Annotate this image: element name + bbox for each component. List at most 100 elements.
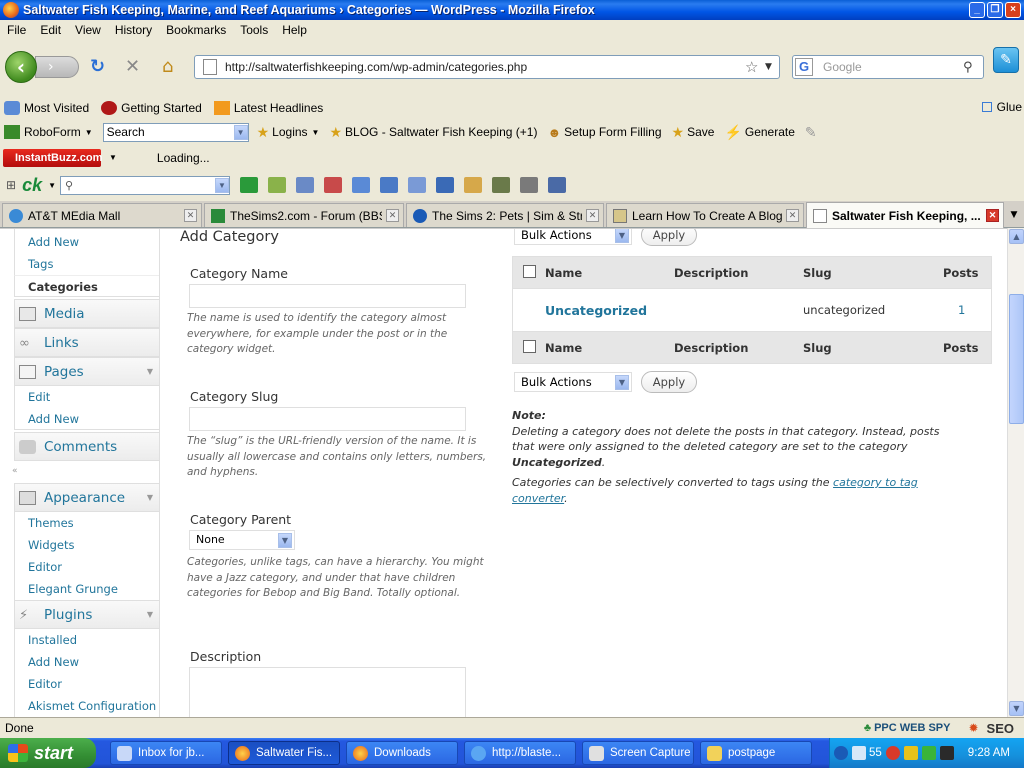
minimize-button[interactable]: _ — [969, 2, 985, 18]
tab-saltwater-active[interactable]: Saltwater Fish Keeping, ... ✕ — [806, 202, 1004, 228]
chevron-down-icon[interactable]: ▼ — [278, 533, 292, 548]
task-downloads[interactable]: Downloads — [346, 741, 458, 765]
setup-form-filling-button[interactable]: ☻ Setup Form Filling — [547, 125, 661, 140]
sidebar-item-plugins[interactable]: ⚡ Plugins ▼ — [14, 600, 160, 629]
sidebar-appearance-themes[interactable]: Themes — [14, 512, 160, 534]
sidebar-appearance-editor[interactable]: Editor — [14, 556, 160, 578]
bookmark-getting-started[interactable]: Getting Started — [97, 101, 202, 115]
start-button[interactable]: start — [0, 738, 96, 768]
tray-app-icon[interactable] — [852, 746, 866, 760]
sidebar-item-pages[interactable]: Pages ▼ — [14, 357, 160, 386]
tray-java-icon[interactable] — [903, 746, 918, 760]
expand-arrow-icon[interactable]: ▼ — [147, 610, 153, 619]
select-all-checkbox[interactable] — [523, 265, 536, 278]
menu-file[interactable]: File — [0, 23, 33, 37]
menu-edit[interactable]: Edit — [33, 23, 68, 37]
tray-expand-icon[interactable] — [834, 746, 848, 760]
roboform-menu[interactable]: RoboForm ▼ — [4, 125, 93, 139]
vertical-scrollbar[interactable]: ▲ ▼ — [1007, 228, 1024, 717]
ck-search-input[interactable]: ⚲ ▼ — [60, 175, 231, 195]
tray-monitor-icon[interactable] — [939, 746, 954, 760]
bookmark-most-visited[interactable]: Most Visited — [0, 101, 89, 115]
expand-arrow-icon[interactable]: ▼ — [147, 493, 153, 502]
ppc-web-spy-button[interactable]: ♣ PPC WEB SPY — [864, 722, 951, 734]
sidebar-item-appearance[interactable]: Appearance ▼ — [14, 483, 160, 512]
tab-close-icon[interactable]: ✕ — [184, 209, 197, 222]
task-http-blaste[interactable]: http://blaste... — [464, 741, 576, 765]
sidebar-item-media[interactable]: Media — [14, 299, 160, 328]
menu-help[interactable]: Help — [275, 23, 314, 37]
notes-icon[interactable] — [548, 177, 567, 193]
sidebar-pages-add-new[interactable]: Add New — [14, 408, 160, 430]
blog-login-button[interactable]: ★ BLOG - Saltwater Fish Keeping (+1) — [329, 124, 537, 141]
menu-history[interactable]: History — [108, 23, 159, 37]
edit-icon[interactable] — [464, 177, 483, 193]
forward-button[interactable]: › — [35, 56, 79, 78]
chevron-down-icon[interactable]: ▼ — [215, 177, 230, 193]
task-inbox[interactable]: Inbox for jb... — [110, 741, 222, 765]
category-name-input[interactable] — [189, 284, 466, 308]
menu-view[interactable]: View — [68, 23, 108, 37]
category-slug-input[interactable] — [189, 407, 466, 431]
category-parent-select[interactable]: None ▼ — [189, 530, 295, 550]
font-icon[interactable] — [436, 177, 455, 193]
back-button[interactable]: ‹ — [5, 51, 37, 83]
tab-list-icon[interactable]: ▼ — [1006, 205, 1022, 225]
expand-arrow-icon[interactable]: ▼ — [147, 367, 153, 376]
category-name-link[interactable]: Uncategorized — [545, 303, 647, 318]
instantbuzz-button[interactable]: InstantBuzz.com — [3, 148, 102, 167]
chart-icon[interactable] — [324, 177, 343, 193]
plus-icon[interactable]: ⊞ — [6, 178, 16, 192]
save-button[interactable]: ★ Save — [672, 124, 715, 141]
home-icon[interactable]: ⌂ — [162, 58, 173, 76]
chevron-down-icon[interactable]: ▼ — [615, 229, 629, 243]
description-textarea[interactable] — [189, 667, 466, 717]
ck-logo[interactable]: ck — [22, 175, 42, 196]
column-name[interactable]: Name — [545, 266, 582, 280]
category-posts-count[interactable]: 1 — [958, 303, 965, 317]
go-icon[interactable] — [240, 177, 259, 193]
sidebar-posts-tags[interactable]: Tags — [14, 253, 160, 275]
tab-close-icon[interactable]: ✕ — [586, 209, 599, 222]
sidebar-posts-add-new[interactable]: Add New — [14, 229, 160, 253]
bar-icon[interactable] — [492, 177, 511, 193]
select-all-checkbox-footer[interactable] — [523, 340, 536, 353]
close-window-button[interactable]: × — [1005, 2, 1021, 18]
tab-sims2-pets[interactable]: The Sims 2: Pets | Sim & Strat... ✕ — [406, 203, 604, 227]
instantbuzz-dropdown-icon[interactable]: ▼ — [109, 153, 117, 162]
reload-icon[interactable]: ↻ — [90, 58, 105, 76]
task-postpage[interactable]: postpage — [700, 741, 812, 765]
generate-button[interactable]: ⚡ Generate — [724, 124, 794, 141]
sidebar-appearance-elegant-grunge[interactable]: Elegant Grunge — [14, 578, 160, 600]
bookmark-latest-headlines[interactable]: Latest Headlines — [210, 101, 323, 115]
roboform-search-value[interactable]: Search — [107, 125, 234, 139]
scroll-down-icon[interactable]: ▼ — [1009, 701, 1024, 716]
people-icon[interactable] — [352, 177, 371, 193]
search-box[interactable]: G Google ⚲ — [792, 55, 984, 79]
scroll-up-icon[interactable]: ▲ — [1009, 229, 1024, 244]
sidebar-item-links[interactable]: ∞ Links — [14, 328, 160, 357]
tab-close-icon[interactable]: ✕ — [386, 209, 399, 222]
task-screen-capture[interactable]: Screen Capture — [582, 741, 694, 765]
sidebar-plugins-editor[interactable]: Editor — [14, 673, 160, 695]
url-text[interactable]: http://saltwaterfishkeeping.com/wp-admin… — [225, 60, 745, 74]
tab-close-icon[interactable]: ✕ — [786, 209, 799, 222]
tab-close-icon[interactable]: ✕ — [986, 209, 999, 222]
sidebar-posts-categories[interactable]: Categories — [14, 275, 160, 297]
sidebar-plugins-akismet[interactable]: Akismet Configuration — [14, 695, 160, 717]
google-icon[interactable]: G — [795, 58, 813, 76]
tray-network-icon[interactable] — [921, 746, 936, 760]
menu-bookmarks[interactable]: Bookmarks — [159, 23, 233, 37]
bookmark-star-icon[interactable]: ☆ — [745, 58, 765, 76]
column-slug[interactable]: Slug — [803, 266, 832, 280]
glue-button[interactable]: ✎ — [993, 47, 1019, 73]
sidebar-plugins-installed[interactable]: Installed — [14, 629, 160, 651]
column-name-footer[interactable]: Name — [545, 341, 582, 355]
chat-icon[interactable] — [408, 177, 427, 193]
collapse-menu-icon[interactable]: « — [12, 465, 160, 477]
column-posts-footer[interactable]: Posts — [943, 341, 979, 355]
scroll-thumb[interactable] — [1009, 294, 1024, 424]
menu-tools[interactable]: Tools — [233, 23, 275, 37]
sidebar-plugins-add-new[interactable]: Add New — [14, 651, 160, 673]
sidebar-item-comments[interactable]: Comments — [14, 432, 160, 461]
